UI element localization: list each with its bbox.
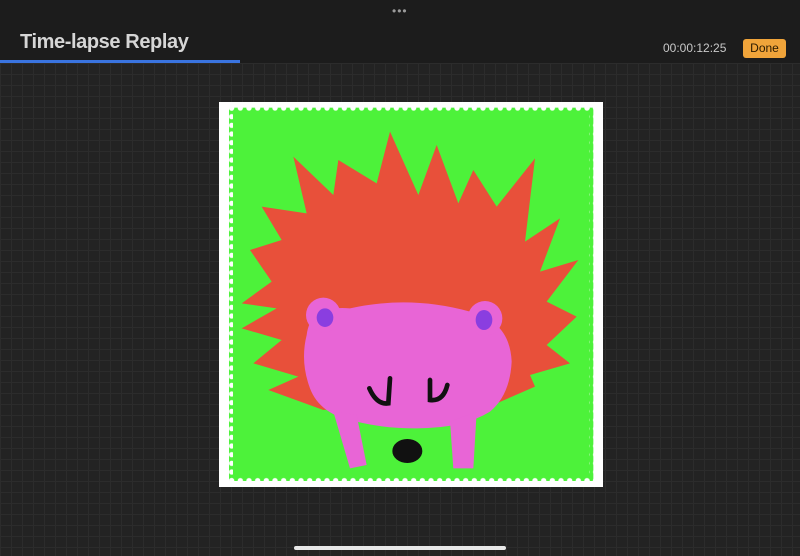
hedgehog-artwork [225,103,598,486]
ear-right-inner [475,310,493,330]
hedgehog-nose [392,439,423,463]
home-indicator[interactable] [294,546,506,550]
timestamp: 00:00:12:25 [663,41,727,55]
playback-scrubber[interactable] [0,60,800,63]
ear-left-inner [316,308,334,327]
playback-progress [0,60,240,63]
page-title: Time-lapse Replay [20,31,189,53]
done-button[interactable]: Done [743,39,786,58]
more-options-icon[interactable]: ••• [392,4,408,18]
top-bar: ••• Time-lapse Replay 00:00:12:25 Done [0,0,800,61]
